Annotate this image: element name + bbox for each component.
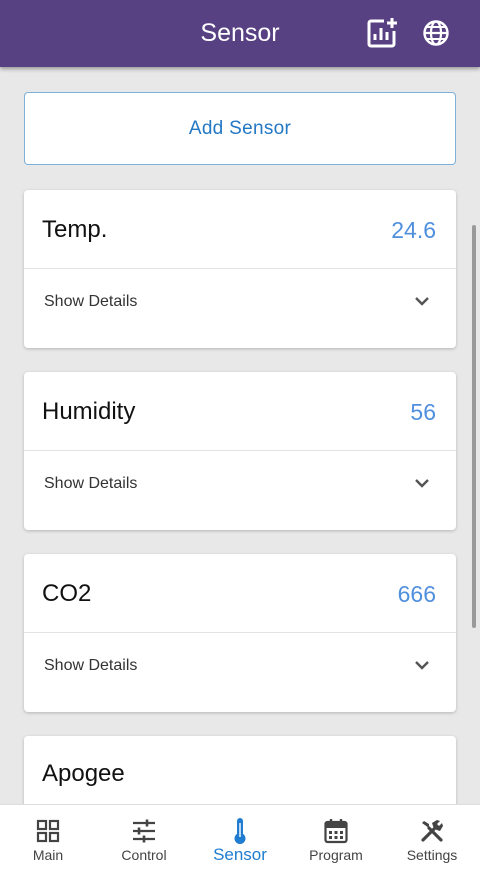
chevron-down-icon[interactable]: [414, 659, 430, 671]
nav-label: Settings: [406, 847, 458, 863]
sensor-value: 666: [397, 581, 436, 607]
sensor-card-humidity: Humidity 56 Show Details: [24, 372, 456, 530]
page-title: Sensor: [200, 19, 280, 47]
nav-label: Main: [32, 847, 64, 863]
add-sensor-button[interactable]: Add Sensor: [24, 92, 456, 165]
sensor-list-area[interactable]: Add Sensor Temp. 24.6 Show Details Humid…: [0, 67, 480, 804]
sensor-card-co2: CO2 666 Show Details: [24, 554, 456, 712]
globe-icon[interactable]: [417, 14, 455, 52]
nav-item-control[interactable]: Control: [96, 805, 192, 872]
app-header: Sensor: [0, 0, 480, 67]
nav-label: Control: [121, 847, 167, 863]
nav-item-settings[interactable]: Settings: [384, 805, 480, 872]
sensor-value: 56: [410, 399, 436, 425]
nav-item-program[interactable]: Program: [288, 805, 384, 872]
bottom-navigation: Main Control Sensor Program Settings: [0, 804, 480, 872]
thermometer-icon: [226, 817, 254, 845]
sensor-card-header: Temp. 24.6: [24, 190, 456, 269]
show-details-toggle[interactable]: Show Details: [44, 293, 137, 311]
nav-label: Sensor: [213, 845, 267, 864]
grid-icon: [34, 817, 62, 845]
show-details-toggle[interactable]: Show Details: [44, 475, 137, 493]
chart-add-icon[interactable]: [363, 14, 401, 52]
nav-item-main[interactable]: Main: [0, 805, 96, 872]
nav-label: Program: [309, 847, 363, 863]
sensor-name: Apogee: [42, 760, 125, 787]
nav-item-sensor[interactable]: Sensor: [192, 805, 288, 872]
sensor-name: CO2: [42, 580, 92, 607]
sensor-card-header: Apogee: [24, 736, 456, 804]
sensor-value: 24.6: [391, 217, 436, 243]
show-details-toggle[interactable]: Show Details: [44, 657, 137, 675]
tools-icon: [418, 817, 446, 845]
chevron-down-icon[interactable]: [414, 477, 430, 489]
sliders-icon: [130, 817, 158, 845]
sensor-name: Humidity: [42, 398, 136, 425]
sensor-card-header: CO2 666: [24, 554, 456, 633]
scrollbar[interactable]: [472, 225, 476, 628]
sensor-card-header: Humidity 56: [24, 372, 456, 451]
sensor-name: Temp.: [42, 216, 108, 243]
sensor-card-apogee: Apogee: [24, 736, 456, 804]
sensor-card-temp: Temp. 24.6 Show Details: [24, 190, 456, 348]
calendar-icon: [322, 817, 350, 845]
chevron-down-icon[interactable]: [414, 295, 430, 307]
